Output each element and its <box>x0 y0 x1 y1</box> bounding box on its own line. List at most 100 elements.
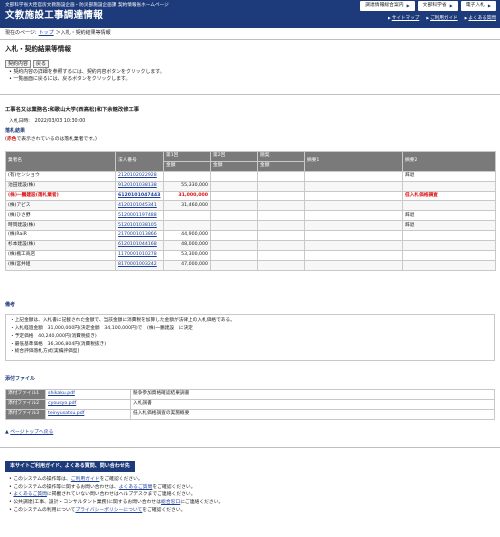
table-row: (株)楓工商店 1170001010278 53,300,000 <box>5 249 496 261</box>
remark2-cell: 辞退 <box>402 170 496 182</box>
table-row: (有)センショウ 2120102022928 辞退 <box>5 170 496 182</box>
privacy-policy-link[interactable]: プライバシーポリシーについて <box>75 508 142 513</box>
company-cell: 池田建設(株) <box>5 180 116 192</box>
round2-amount-cell <box>210 259 258 271</box>
col-company: 業者名 <box>5 151 116 172</box>
instructions: 契約内容の詳細を参照するには、契約内容ボタンをクリックします。 一覧画面に戻るに… <box>9 69 164 82</box>
corp-number-cell: 1170001010278 <box>115 249 164 261</box>
site-header: 文部科学省大臣官房文教施設企画・防災部施設企画課 契約情報省ホームページ 文教施… <box>0 0 500 28</box>
procurement-info-button[interactable]: 調達情報総合案内 ▶ <box>360 1 415 11</box>
site-title[interactable]: 文教施設工事調達情報 <box>5 10 103 23</box>
col-amount: 金額 <box>210 160 258 172</box>
bid-date: 入札日時: 2022/03/03 10:30:00 <box>9 119 86 124</box>
round1-amount-cell <box>163 220 211 232</box>
back-button[interactable]: 戻る <box>33 60 50 68</box>
attachment-link[interactable]: teinyusatsu.pdf <box>48 411 84 416</box>
e-bidding-button[interactable]: 電子入札 ▶ <box>460 1 496 11</box>
attachment-row: 添付ファイル2 cyousyo.pdf 入札調書 <box>5 399 495 410</box>
corp-number-link[interactable]: 4120101045341 <box>118 203 157 208</box>
faq-link[interactable]: よくあるご質問 <box>119 485 153 490</box>
remark-line: ・上記金額は、入札書に記載された金額で、当該金額に消費税を加算した金額が法律上の… <box>10 318 235 323</box>
winner-note: (赤色で表示されているのは落札業者です。) <box>5 137 97 142</box>
negotiated-amount-cell <box>257 249 305 261</box>
faq-link[interactable]: ▶よくある質問 <box>465 16 496 22</box>
negotiated-amount-cell <box>257 170 305 182</box>
page-top-link[interactable]: ▲ ページトップへ戻る <box>5 430 53 436</box>
attachments-heading: 添付ファイル <box>5 376 36 382</box>
corp-number-link[interactable]: 6120101047443 <box>118 193 160 198</box>
col-round2: 第2回 <box>210 151 258 162</box>
corp-number-link[interactable]: 5120001197488 <box>118 213 157 218</box>
round1-amount-cell: 31,460,000 <box>163 200 211 212</box>
corp-number-cell: 2120102022928 <box>115 170 164 182</box>
arrow-right-icon: ▶ <box>426 16 430 20</box>
guide-item: このシステムの利用についてプライバシーポリシーについてをご確認ください。 <box>9 508 223 514</box>
corp-number-cell: 6120101044168 <box>115 240 164 251</box>
round1-amount-cell: 31,000,000 <box>163 190 211 202</box>
mext-button[interactable]: 文部科学省 ▶ <box>417 1 458 11</box>
project-name: 工事名又は業務名:和歌山大学(西高松)和下余館改修工事 <box>5 107 140 113</box>
attachment-row: 添付ファイル1 shikaku.pdf 競争参加資格確認結果調書 <box>5 389 495 400</box>
col-amount: 金額 <box>257 160 305 172</box>
round2-amount-cell <box>210 249 258 261</box>
remark2-cell <box>402 200 496 212</box>
table-row: 時岡建設(株) 5120101038105 辞退 <box>5 220 496 232</box>
remark1-cell <box>304 240 403 251</box>
user-guide-link[interactable]: ▶ご利用ガイド <box>426 16 457 22</box>
round1-amount-cell <box>163 170 211 182</box>
remark1-cell <box>304 180 403 192</box>
user-guide-link[interactable]: ご利用ガイド <box>71 477 100 482</box>
table-row: 池田建設(株) 9120101038138 55,330,000 <box>5 180 496 192</box>
attachment-row: 添付ファイル3 teinyusatsu.pdf 低入札価格調査の実施概要 <box>5 409 495 420</box>
corp-number-link[interactable]: 1170001010278 <box>118 252 157 257</box>
remark1-cell <box>304 190 403 202</box>
contract-details-button[interactable]: 契約内容 <box>5 60 32 68</box>
remark2-cell <box>402 259 496 271</box>
remark2-cell <box>402 240 496 251</box>
breadcrumb-top-link[interactable]: トップ <box>39 30 54 36</box>
remark2-cell: 辞退 <box>402 210 496 222</box>
chevron-right-icon: ▶ <box>449 3 453 9</box>
remarks-heading: 備考 <box>5 302 16 308</box>
company-cell: (株)楓工商店 <box>5 249 116 261</box>
round2-amount-cell <box>210 230 258 242</box>
company-cell: 時岡建設(株) <box>5 220 116 232</box>
remark-line: ・総合評価落札方式[実績評価型] <box>10 349 80 355</box>
round2-amount-cell <box>210 200 258 212</box>
guide-item: よくあるご質問に掲載されていない問い合わせはヘルプデスクまでご連絡ください。 <box>9 492 223 498</box>
guide-item: このシステムの操作等に関するお問い合わせは、よくあるご質問をご確認ください。 <box>9 485 223 491</box>
negotiated-amount-cell <box>257 200 305 212</box>
corp-number-link[interactable]: 6120101044168 <box>118 242 157 247</box>
table-row: 杉本建設(株) 6120101044168 48,000,000 <box>5 240 496 251</box>
attachment-link[interactable]: cyousyo.pdf <box>48 401 76 406</box>
general-contact-link[interactable]: 総合窓口 <box>161 500 180 505</box>
corp-number-link[interactable]: 9120101038138 <box>118 183 157 188</box>
round1-amount-cell <box>163 210 211 222</box>
breadcrumb: 現在のページ: トップ ＞入札・契約結果等情報 <box>5 30 111 36</box>
round2-amount-cell <box>210 220 258 232</box>
remark1-cell <box>304 200 403 212</box>
guide-list: このシステムの操作等は、ご利用ガイドをご確認ください。 このシステムの操作等に関… <box>9 477 223 515</box>
col-round1: 第1回 <box>163 151 211 162</box>
round2-amount-cell <box>210 210 258 222</box>
faq-link[interactable]: よくあるご質問 <box>13 492 47 497</box>
action-buttons: 契約内容 戻る <box>5 60 50 68</box>
round1-amount-cell: 44,900,000 <box>163 230 211 242</box>
remark1-cell <box>304 170 403 182</box>
company-cell: (株)一鵬建設(落札業者) <box>5 190 116 202</box>
remark2-cell <box>402 230 496 242</box>
corp-number-link[interactable]: 2120102022928 <box>118 173 157 178</box>
ministry-line: 文部科学省大臣官房文教施設企画・防災部施設企画課 契約情報省ホームページ <box>5 3 169 8</box>
remark1-cell <box>304 259 403 271</box>
corp-number-link[interactable]: 5120101038105 <box>118 223 157 228</box>
round2-amount-cell <box>210 170 258 182</box>
company-cell: (株)ひさ野 <box>5 210 116 222</box>
remark1-cell <box>304 210 403 222</box>
attachments-table: 添付ファイル1 shikaku.pdf 競争参加資格確認結果調書 添付ファイル2… <box>5 389 495 420</box>
attachment-link[interactable]: shikaku.pdf <box>48 391 75 396</box>
corp-number-link[interactable]: 8170001003242 <box>118 262 157 267</box>
col-amount: 金額 <box>163 160 211 172</box>
company-cell: (株)RaiR <box>5 230 116 242</box>
corp-number-link[interactable]: 2170001013866 <box>118 232 157 237</box>
sitemap-link[interactable]: ▶サイトマップ <box>388 16 419 22</box>
